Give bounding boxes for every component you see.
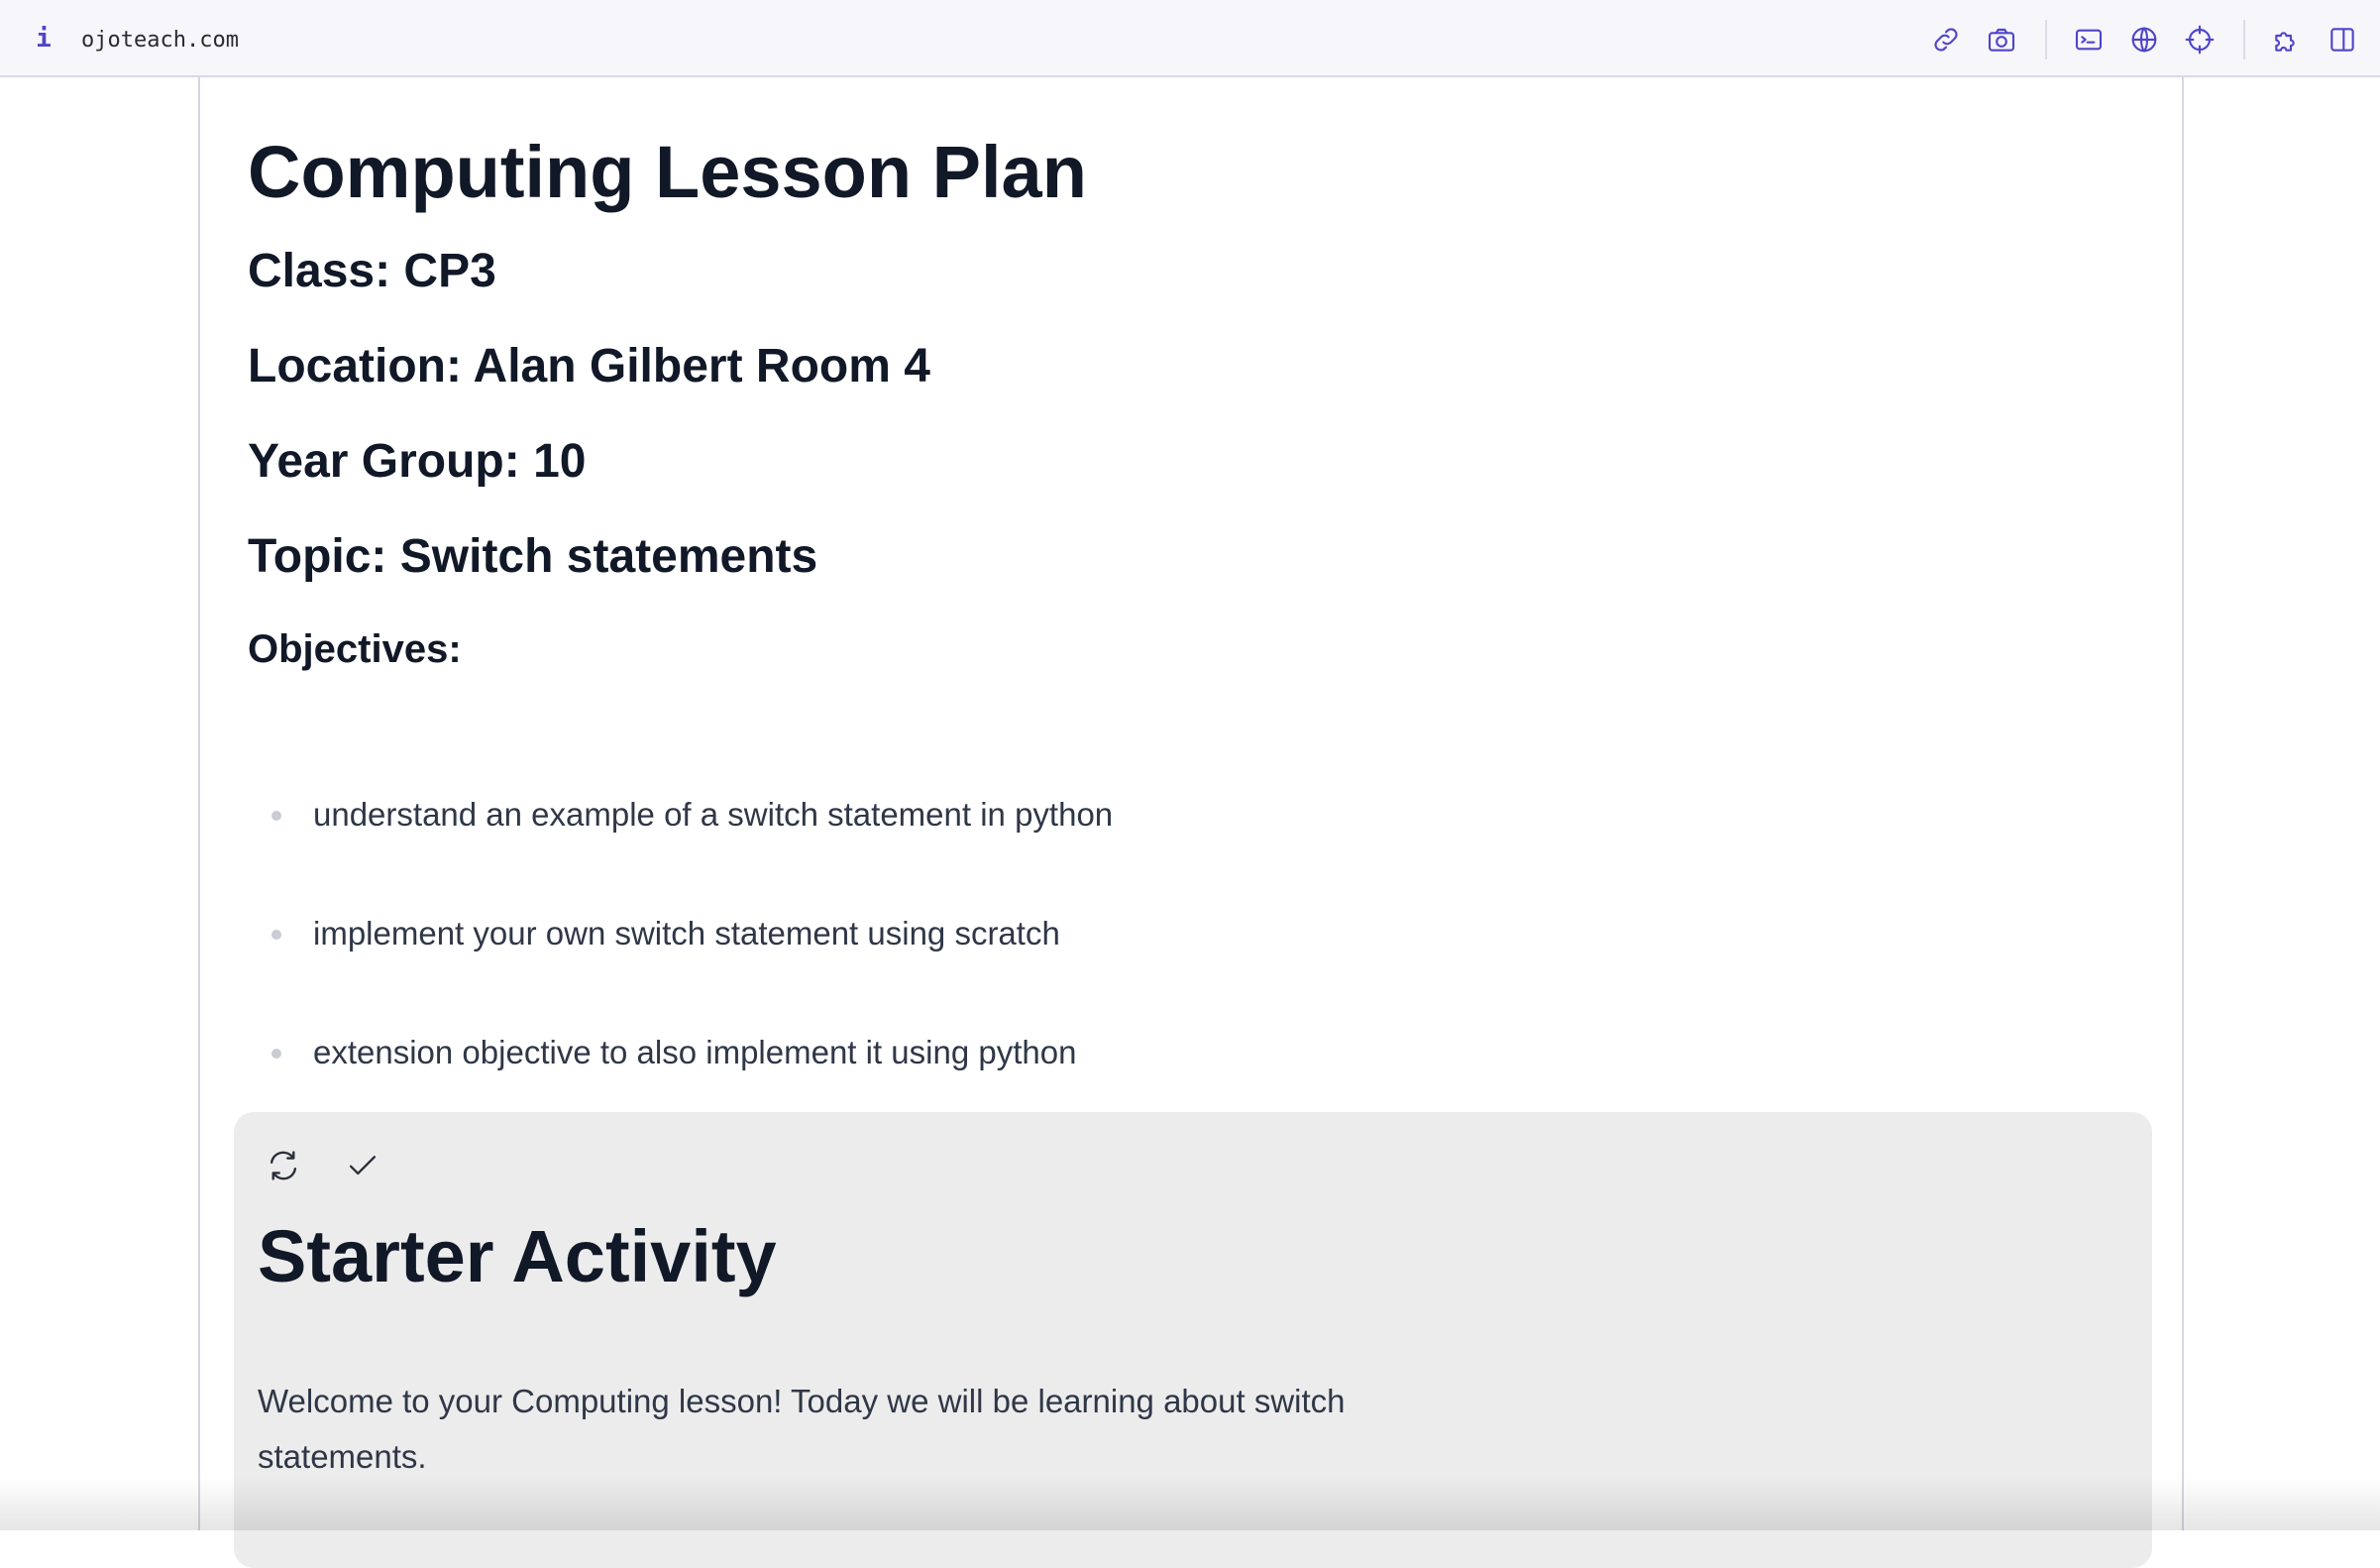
toolbar-divider bbox=[2243, 20, 2245, 59]
objective-text: understand an example of a switch statem… bbox=[313, 796, 1114, 833]
puzzle-icon[interactable] bbox=[2269, 22, 2305, 57]
starter-activity-body: Welcome to your Computing lesson! Today … bbox=[258, 1383, 1346, 1475]
sidebar-icon[interactable] bbox=[2325, 22, 2360, 57]
bullet-icon bbox=[271, 811, 281, 821]
info-icon[interactable]: i bbox=[32, 22, 55, 56]
globe-icon[interactable] bbox=[2126, 22, 2162, 57]
location-heading: Location: Alan Gilbert Room 4 bbox=[248, 340, 930, 392]
lesson-plan-document: Computing Lesson Plan Class: CP3 Locatio… bbox=[198, 77, 2184, 1568]
starter-activity-card: Starter Activity Welcome to your Computi… bbox=[234, 1112, 2152, 1568]
bullet-icon bbox=[271, 1049, 281, 1059]
objective-text: implement your own switch statement usin… bbox=[313, 915, 1060, 952]
camera-icon[interactable] bbox=[1984, 22, 2019, 57]
url-bar[interactable]: ojoteach.com bbox=[81, 24, 239, 57]
objectives-heading: Objectives: bbox=[248, 627, 462, 671]
topic-heading: Topic: Switch statements bbox=[248, 530, 818, 583]
refresh-icon[interactable] bbox=[262, 1144, 305, 1187]
class-heading: Class: CP3 bbox=[248, 245, 496, 297]
objective-text: extension objective to also implement it… bbox=[313, 1034, 1077, 1070]
bullet-icon bbox=[271, 930, 281, 940]
page-title: Computing Lesson Plan bbox=[248, 131, 1087, 213]
link-icon[interactable] bbox=[1928, 22, 1964, 57]
browser-toolbar: i ojoteach.com bbox=[0, 0, 2380, 77]
toolbar-divider bbox=[2045, 20, 2047, 59]
starter-activity-title: Starter Activity bbox=[258, 1215, 777, 1297]
crosshair-icon[interactable] bbox=[2182, 22, 2218, 57]
terminal-icon[interactable] bbox=[2071, 22, 2107, 57]
year-group-heading: Year Group: 10 bbox=[248, 435, 587, 488]
check-icon[interactable] bbox=[341, 1144, 384, 1187]
